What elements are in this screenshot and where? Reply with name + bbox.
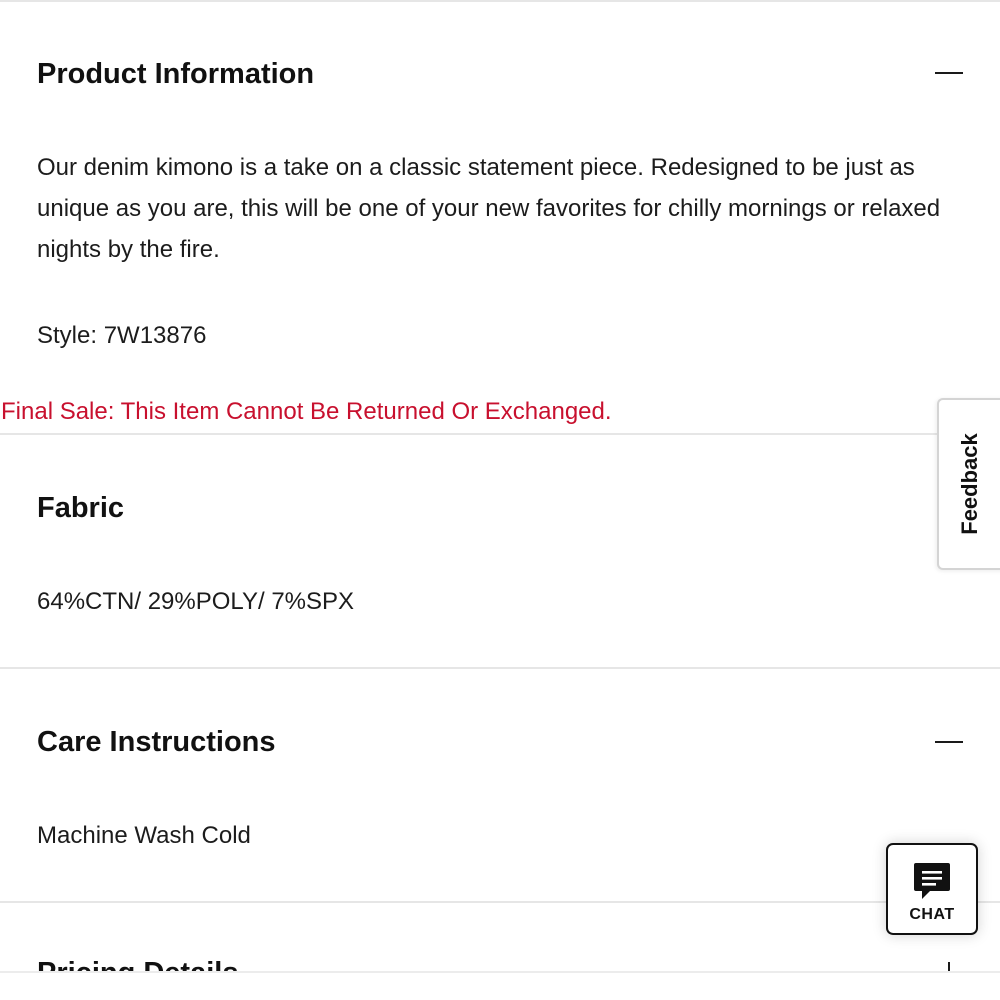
minus-icon	[935, 72, 963, 74]
chat-bubble-icon	[914, 863, 950, 899]
chat-label: CHAT	[909, 906, 955, 923]
fabric-title[interactable]: Fabric	[37, 494, 124, 523]
care-content: Machine Wash Cold	[37, 822, 251, 849]
minus-icon	[935, 741, 963, 743]
care-instructions-title[interactable]: Care Instructions	[37, 728, 276, 757]
collapse-product-information-minus-icon[interactable]	[934, 58, 964, 88]
top-divider	[0, 0, 1000, 2]
final-sale-notice: Final Sale: This Item Cannot Be Returned…	[1, 398, 612, 425]
fabric-content: 64%CTN/ 29%POLY/ 7%SPX	[37, 588, 355, 615]
feedback-tab[interactable]: Feedback	[937, 398, 1000, 570]
style-number: Style: 7W13876	[37, 322, 207, 349]
chat-button[interactable]: CHAT	[886, 843, 978, 935]
feedback-label: Feedback	[957, 433, 982, 535]
care-divider	[0, 667, 1000, 669]
product-information-title[interactable]: Product Information	[37, 60, 314, 89]
bottom-edge	[0, 972, 1000, 1000]
fabric-divider	[0, 433, 1000, 435]
product-description: Our denim kimono is a take on a classic …	[37, 154, 941, 263]
product-details-page: Product Information Our denim kimono is …	[0, 0, 1000, 1000]
pricing-divider	[0, 901, 1000, 903]
bottom-divider	[0, 971, 1000, 973]
collapse-care-instructions-minus-icon[interactable]	[934, 727, 964, 757]
